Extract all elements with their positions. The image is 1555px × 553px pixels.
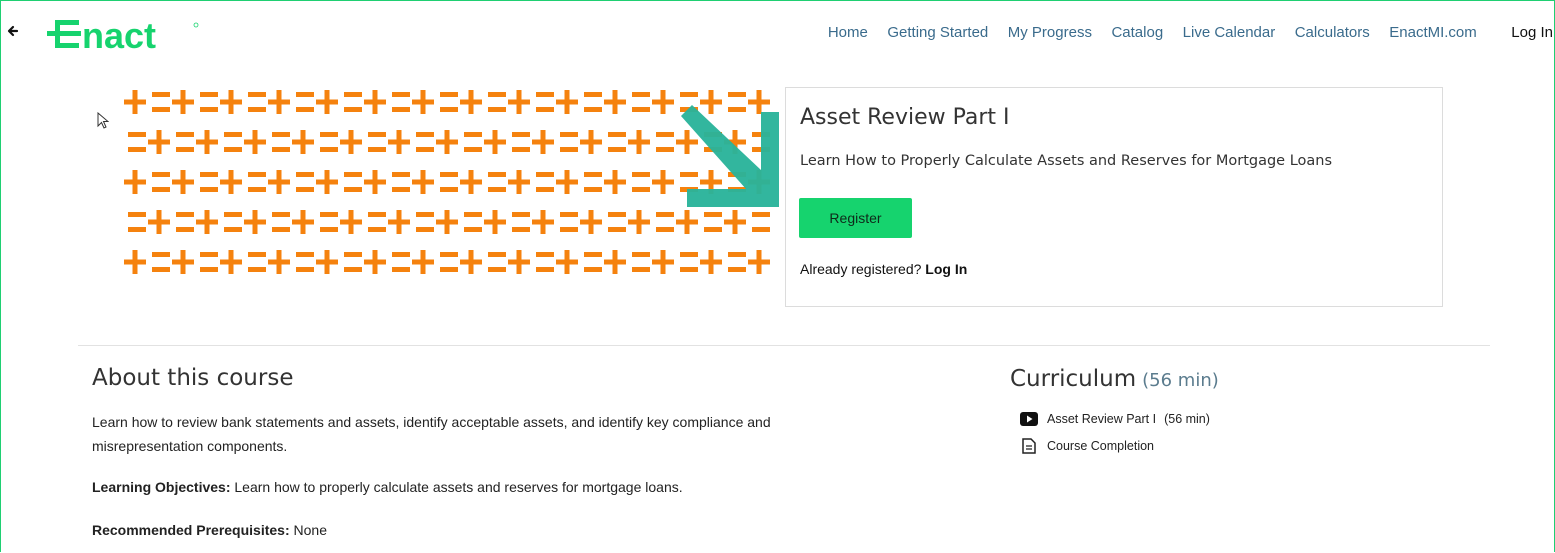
curriculum-item-duration: (56 min)	[1164, 412, 1210, 426]
annotation-arrow-icon	[681, 105, 779, 207]
back-arrow-icon[interactable]	[6, 22, 22, 40]
nav-calculators[interactable]: Calculators	[1295, 24, 1370, 41]
prereq-text: None	[293, 522, 327, 538]
nav-home[interactable]: Home	[828, 24, 868, 41]
recommended-prerequisites: Recommended Prerequisites: None	[92, 522, 327, 538]
already-registered-text: Already registered? Log In	[800, 261, 967, 277]
curriculum-heading: Curriculum (56 min)	[1010, 366, 1219, 392]
curriculum-item-label: Course Completion	[1047, 439, 1154, 453]
learning-objectives: Learning Objectives: Learn how to proper…	[92, 479, 683, 495]
register-button[interactable]: Register	[799, 198, 912, 238]
objectives-text: Learn how to properly calculate assets a…	[234, 479, 683, 495]
nav-catalog[interactable]: Catalog	[1111, 24, 1163, 41]
about-heading: About this course	[92, 365, 294, 391]
document-icon	[1020, 438, 1038, 454]
video-icon	[1020, 411, 1038, 427]
nav-my-progress[interactable]: My Progress	[1008, 24, 1092, 41]
course-banner-pattern	[124, 90, 770, 274]
curriculum-title: Curriculum	[1010, 366, 1137, 392]
nav-live-calendar[interactable]: Live Calendar	[1183, 24, 1276, 41]
prereq-label: Recommended Prerequisites:	[92, 522, 290, 538]
top-navigation: Home Getting Started My Progress Catalog…	[828, 24, 1555, 41]
objectives-label: Learning Objectives:	[92, 479, 231, 495]
nav-getting-started[interactable]: Getting Started	[887, 24, 988, 41]
nav-login[interactable]: Log In	[1511, 24, 1553, 41]
course-subtitle: Learn How to Properly Calculate Assets a…	[800, 153, 1333, 169]
about-description: Learn how to review bank statements and …	[92, 414, 771, 454]
enact-logo[interactable]: nact	[46, 14, 206, 56]
curriculum-item-completion[interactable]: Course Completion	[1020, 438, 1154, 454]
course-registration-card: Asset Review Part I Learn How to Properl…	[785, 87, 1443, 307]
logo-wordmark: nact	[82, 15, 156, 54]
curriculum-duration: (56 min)	[1142, 370, 1219, 391]
login-link[interactable]: Log In	[925, 261, 967, 277]
curriculum-item-label: Asset Review Part I	[1047, 412, 1157, 426]
course-title: Asset Review Part I	[800, 105, 1010, 130]
nav-enactmi[interactable]: EnactMI.com	[1389, 24, 1477, 41]
curriculum-item-video[interactable]: Asset Review Part I (56 min)	[1020, 411, 1210, 427]
already-registered-label: Already registered?	[800, 261, 922, 277]
section-divider	[78, 345, 1490, 346]
mouse-pointer-icon	[97, 112, 109, 129]
